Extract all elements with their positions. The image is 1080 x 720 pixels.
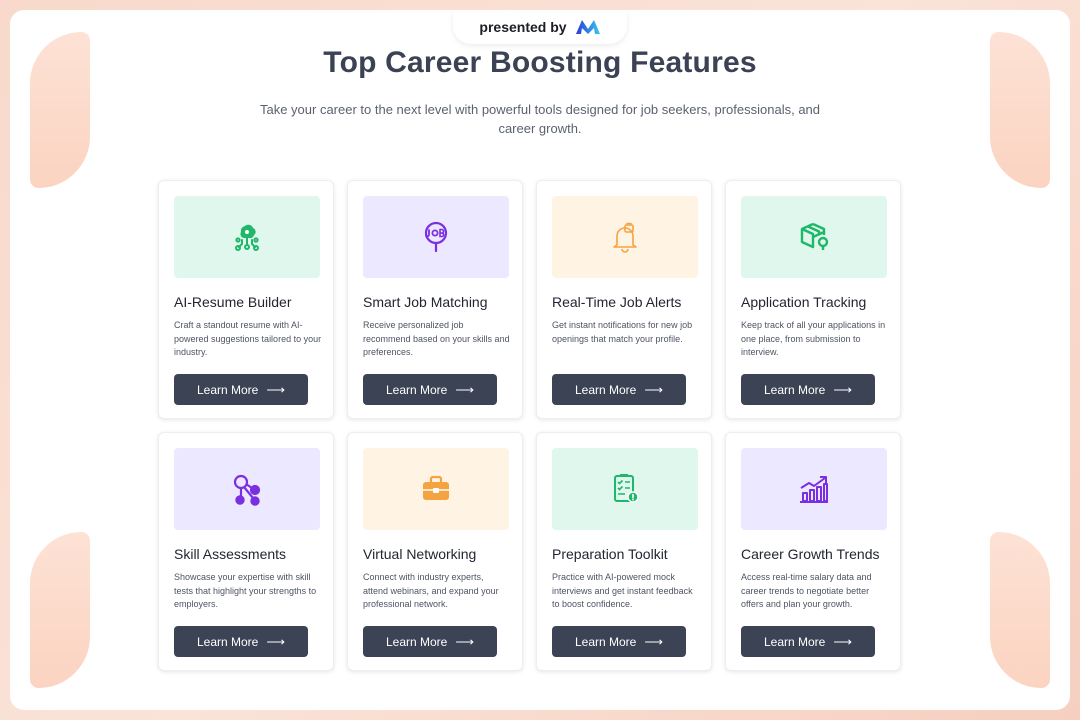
learn-more-button[interactable]: Learn More ⟶ [363,374,497,405]
icon-panel [363,196,509,278]
learn-more-button[interactable]: Learn More ⟶ [174,626,308,657]
slide-frame: presented by Top Career Boosting Feature… [10,10,1070,710]
learn-more-button[interactable]: Learn More ⟶ [741,374,875,405]
card-description: Showcase your expertise with skill tests… [174,572,317,609]
feature-card-preparation-toolkit: Preparation Toolkit Practice with AI-pow… [536,432,712,671]
card-description: Practice with AI-powered mock interviews… [552,572,693,609]
briefcase-icon [423,475,449,500]
learn-more-button[interactable]: Learn More ⟶ [363,626,497,657]
arrow-right-icon: ⟶ [266,634,285,649]
card-title: Career Growth Trends [741,546,880,562]
card-description: Craft a standout resume with AI-powered … [174,320,322,357]
icon-panel [552,196,698,278]
presented-by-label: presented by [479,19,567,35]
card-title: Virtual Networking [363,546,477,562]
card-title: Smart Job Matching [363,294,488,310]
card-title: Real-Time Job Alerts [552,294,682,310]
button-label: Learn More [196,382,259,397]
icon-panel [174,196,320,278]
bell-icon [613,222,637,253]
feature-card-real-time-job-alerts: Real-Time Job Alerts Get instant notific… [536,180,712,419]
card-title: AI-Resume Builder [174,294,292,310]
card-description: Access real-time salary data and career … [741,572,872,609]
decorative-blob [990,532,1050,688]
page-title: Top Career Boosting Features [323,46,757,79]
arrow-right-icon: ⟶ [455,634,474,649]
arrow-right-icon: ⟶ [455,382,474,397]
feature-card-ai-resume-builder: AI-Resume Builder Craft a standout resum… [158,180,334,419]
card-description: Get instant notifications for new job op… [552,320,693,344]
presented-by-badge: presented by [453,10,627,44]
brand-logo-icon [575,20,600,34]
learn-more-button[interactable]: Learn More ⟶ [174,374,308,405]
arrow-right-icon: ⟶ [644,382,663,397]
decorative-blob [30,532,90,688]
arrow-right-icon: ⟶ [833,382,852,397]
feature-card-skill-assessments: Skill Assessments Showcase your expertis… [158,432,334,671]
learn-more-button[interactable]: Learn More ⟶ [552,374,686,405]
icon-panel [363,448,509,530]
network-nodes-icon [233,474,261,506]
icon-panel [741,448,887,530]
button-label: Learn More [385,382,448,397]
feature-card-virtual-networking: Virtual Networking Connect with industry… [347,432,523,671]
page-subtitle: Take your career to the next level with … [259,102,821,136]
card-title: Skill Assessments [174,546,287,562]
job-search-icon [424,221,448,253]
icon-panel [741,196,887,278]
feature-card-smart-job-matching: Smart Job Matching Receive personalized … [347,180,523,419]
learn-more-button[interactable]: Learn More ⟶ [552,626,686,657]
growth-chart-icon [800,476,828,503]
button-label: Learn More [574,382,637,397]
checklist-icon [614,474,639,503]
arrow-right-icon: ⟶ [266,382,285,397]
icon-panel [552,448,698,530]
arrow-right-icon: ⟶ [644,634,663,649]
card-title: Application Tracking [741,294,867,310]
ai-brain-icon [235,224,259,251]
card-description: Keep track of all your applications in o… [741,320,886,357]
arrow-right-icon: ⟶ [833,634,852,649]
card-description: Connect with industry experts, attend we… [363,572,499,609]
button-label: Learn More [385,634,448,649]
package-tracking-icon [800,222,829,250]
button-label: Learn More [763,634,826,649]
learn-more-button[interactable]: Learn More ⟶ [741,626,875,657]
feature-card-application-tracking: Application Tracking Keep track of all y… [725,180,901,419]
button-label: Learn More [196,634,259,649]
card-title: Preparation Toolkit [552,546,668,562]
button-label: Learn More [574,634,637,649]
button-label: Learn More [763,382,826,397]
card-description: Receive personalized job recommend based… [363,320,510,357]
feature-card-career-growth-trends: Career Growth Trends Access real-time sa… [725,432,901,671]
features-grid: AI-Resume Builder Craft a standout resum… [158,180,901,671]
icon-panel [174,448,320,530]
